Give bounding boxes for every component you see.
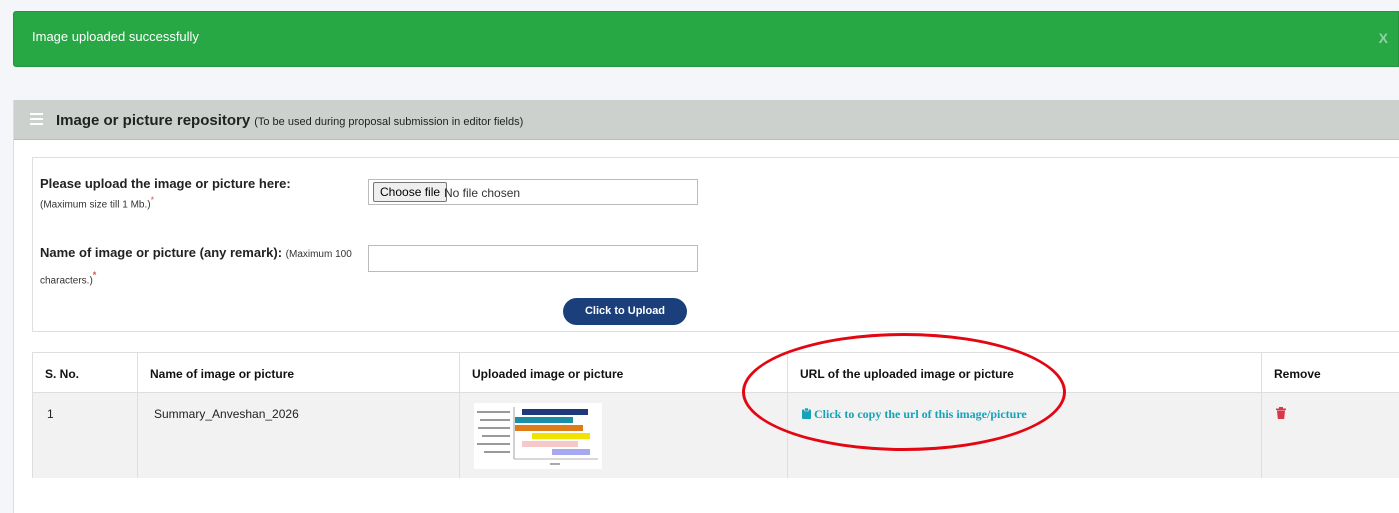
header-name: Name of image or picture: [137, 353, 459, 393]
upload-label: Please upload the image or picture here:: [40, 176, 291, 191]
upload-label-text: Please upload the image or picture here:: [40, 176, 291, 191]
panel-title-text: Image or picture repository: [56, 112, 251, 129]
upload-hint: (Maximum size till 1 Mb.)*: [40, 195, 154, 210]
image-repository-panel: Image or picture repository (To be used d…: [13, 100, 1399, 513]
upload-button[interactable]: Click to Upload: [563, 298, 687, 325]
name-label-text: Name of image or picture (any remark):: [40, 245, 283, 260]
file-status: No file chosen: [444, 186, 521, 200]
name-label: Name of image or picture (any remark): (…: [40, 243, 360, 291]
alert-close-button[interactable]: X: [1379, 30, 1388, 46]
choose-file-button[interactable]: Choose file: [373, 182, 448, 202]
header-remove: Remove: [1261, 353, 1399, 393]
images-table: S. No. Name of image or picture Uploaded…: [32, 352, 1399, 478]
required-mark: *: [92, 270, 97, 280]
upload-form: Please upload the image or picture here:…: [32, 157, 1399, 332]
panel-subtitle: (To be used during proposal submission i…: [254, 116, 524, 128]
cell-name: Summary_Anveshan_2026: [137, 393, 459, 478]
trash-icon[interactable]: [1276, 407, 1286, 419]
cell-image: [459, 393, 787, 478]
header-sno: S. No.: [45, 367, 80, 381]
cell-sno: 1: [47, 407, 54, 421]
upload-hint-text: (Maximum size till 1 Mb.): [40, 199, 151, 211]
required-mark: *: [150, 195, 155, 205]
copy-url-link[interactable]: Click to copy the url of this image/pict…: [802, 407, 1027, 422]
header-url: URL of the uploaded image or picture: [787, 353, 1261, 393]
table-row: 1 Summary_Anveshan_2026 Click to copy th…: [33, 393, 1399, 478]
table-header: S. No. Name of image or picture Uploaded…: [33, 353, 1399, 393]
panel-title: Image or picture repository (To be used d…: [56, 112, 523, 129]
header-image: Uploaded image or picture: [459, 353, 787, 393]
alert-message: Image uploaded successfully: [32, 29, 199, 44]
image-name-input[interactable]: [368, 245, 698, 272]
file-input[interactable]: Choose file No file chosen: [368, 179, 698, 205]
hamburger-icon[interactable]: [30, 113, 43, 128]
panel-header: Image or picture repository (To be used d…: [14, 100, 1399, 140]
clipboard-icon: [802, 407, 811, 419]
cell-url: Click to copy the url of this image/pict…: [787, 393, 1261, 478]
uploaded-image-thumbnail[interactable]: [474, 403, 602, 469]
cell-remove: [1261, 393, 1399, 478]
success-alert: Image uploaded successfully X: [13, 11, 1399, 67]
copy-url-label: Click to copy the url of this image/pict…: [814, 407, 1027, 421]
